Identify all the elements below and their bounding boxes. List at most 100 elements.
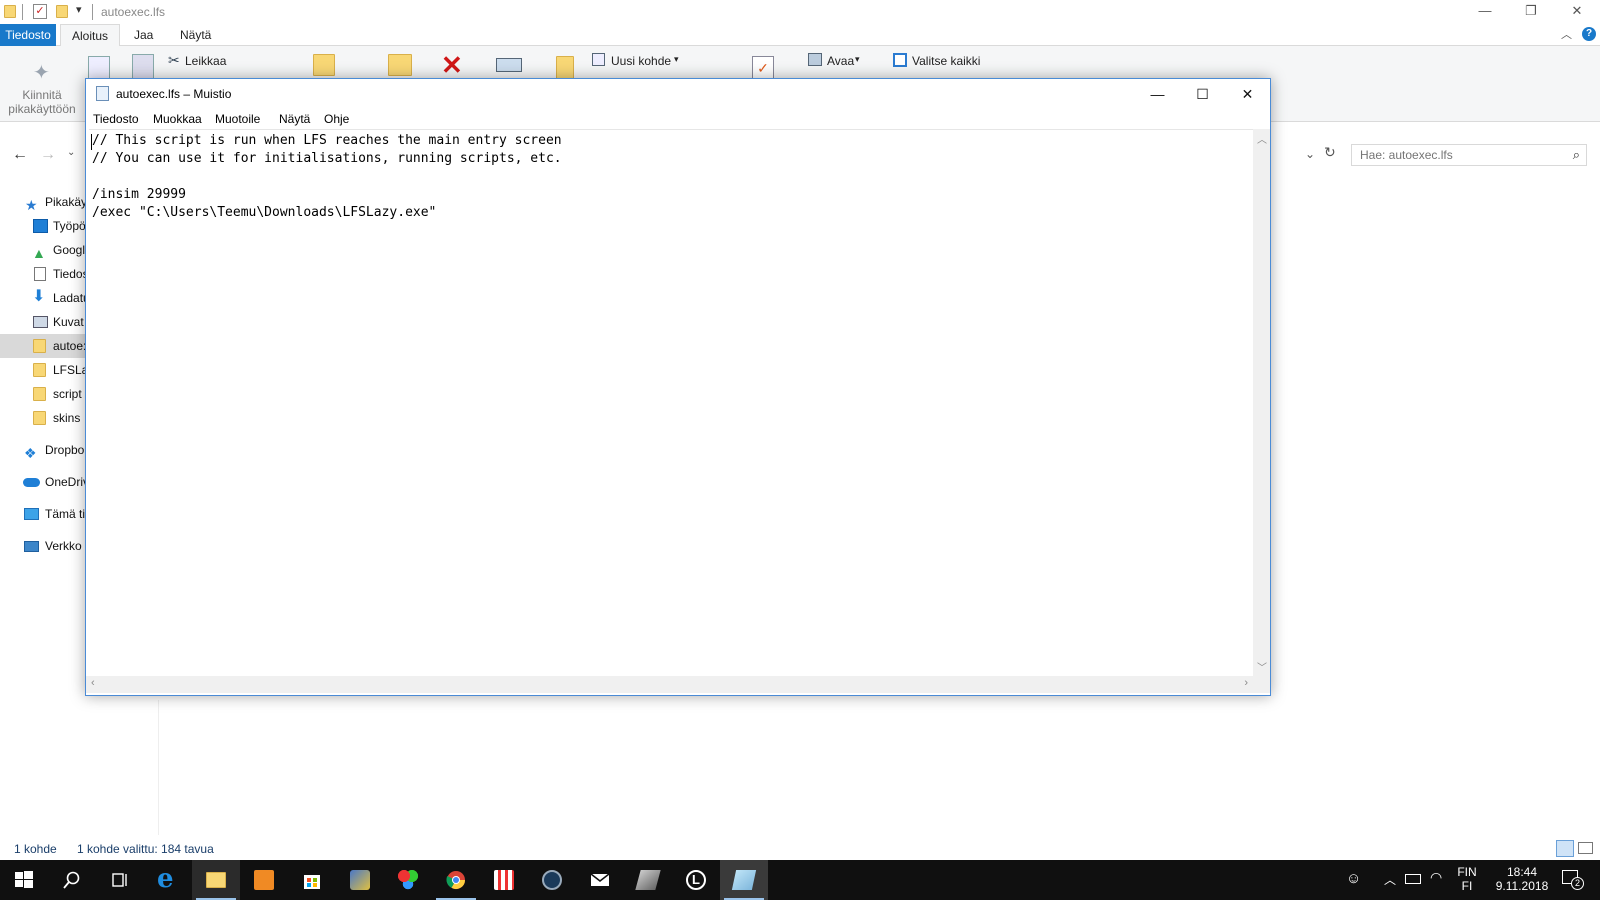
tab-home[interactable]: Aloitus (60, 24, 120, 46)
nav-item-label: Tämä ti (45, 507, 86, 521)
taskbar-app-grid[interactable] (480, 860, 528, 900)
taskbar-steam[interactable] (528, 860, 576, 900)
taskbar-mail[interactable] (576, 860, 624, 900)
new-item-icon[interactable] (592, 53, 605, 66)
search-input[interactable] (1352, 145, 1552, 165)
taskbar-store[interactable] (288, 860, 336, 900)
taskbar-file-explorer[interactable] (192, 860, 240, 900)
menu-view[interactable]: Näytä (279, 112, 310, 126)
copy-icon[interactable] (88, 56, 110, 80)
wifi-icon[interactable]: ◠ (1430, 869, 1442, 886)
action-center-button[interactable]: 2 (1562, 870, 1584, 890)
tab-file[interactable]: Tiedosto (0, 24, 56, 46)
search-icon[interactable]: ⌕ (1573, 147, 1580, 163)
close-button[interactable]: ✕ (1225, 79, 1270, 109)
back-arrow-icon[interactable]: ← (12, 146, 28, 164)
details-view-icon[interactable] (1556, 840, 1574, 857)
select-all-button[interactable]: Valitse kaikki (912, 54, 980, 68)
search-button[interactable] (48, 860, 96, 900)
maximize-button[interactable]: ☐ (1180, 79, 1225, 109)
notepad-icon (731, 870, 757, 890)
menu-edit[interactable]: Muokkaa (153, 112, 202, 126)
menu-file[interactable]: Tiedosto (93, 112, 139, 126)
people-icon[interactable]: ☺ (1346, 870, 1361, 887)
cut-button[interactable]: Leikkaa (185, 54, 226, 68)
taskbar-chrome[interactable] (432, 860, 480, 900)
pin-label-1[interactable]: Kiinnitä (8, 88, 76, 102)
taskbar-app-colors[interactable] (384, 860, 432, 900)
show-hidden-icons[interactable]: ︿ (1384, 871, 1396, 888)
rename-icon[interactable] (496, 58, 522, 72)
store-icon (304, 875, 320, 889)
scissors-icon[interactable]: ✂ (168, 52, 180, 69)
input-language[interactable]: FIN FI (1452, 865, 1482, 893)
chevron-down-icon[interactable]: ▾ (674, 54, 679, 65)
properties-icon[interactable]: ✓ (752, 56, 774, 80)
paint-app-icon (350, 870, 370, 890)
scroll-left-icon[interactable]: ‹ (91, 677, 95, 689)
palette-app-icon (398, 870, 418, 890)
copy-to-icon[interactable] (388, 54, 412, 76)
refresh-icon[interactable]: ↻ (1324, 144, 1336, 161)
tab-view[interactable]: Näytä (172, 24, 219, 46)
taskbar-notepad[interactable] (720, 860, 768, 900)
minimize-button[interactable]: — (1135, 79, 1180, 109)
vertical-scrollbar[interactable]: ︿ ﹀ (1253, 129, 1270, 676)
properties-icon[interactable]: ✓ (33, 4, 47, 19)
nav-item-label: script (53, 387, 82, 401)
scroll-up-icon[interactable]: ︿ (1257, 131, 1267, 146)
help-icon[interactable]: ? (1582, 27, 1596, 41)
move-to-icon[interactable] (313, 54, 335, 76)
separator (92, 4, 93, 20)
collapse-ribbon-icon[interactable]: ︿ (1561, 26, 1572, 42)
pin-icon[interactable]: ✦ (33, 60, 50, 85)
pane-divider (158, 700, 159, 835)
tab-share[interactable]: Jaa (126, 24, 161, 46)
scroll-down-icon[interactable]: ﹀ (1257, 659, 1267, 674)
open-icon[interactable] (808, 53, 822, 66)
customize-quick-access-icon[interactable]: ▾ (76, 3, 82, 19)
address-dropdown-icon[interactable]: ⌄ (1305, 147, 1315, 161)
restore-button[interactable]: ❐ (1508, 0, 1554, 24)
nav-item-label: Kuvat (53, 315, 84, 329)
horizontal-scrollbar[interactable]: ‹ › (86, 676, 1253, 693)
minimize-button[interactable]: — (1462, 0, 1508, 24)
taskbar-app-clock[interactable]: L (672, 860, 720, 900)
task-view-button[interactable] (96, 860, 144, 900)
chevron-down-icon[interactable]: ▾ (855, 54, 860, 65)
battery-icon[interactable] (1405, 874, 1421, 884)
notepad-title-bar[interactable]: autoexec.lfs – Muistio — ☐ ✕ (86, 79, 1270, 109)
recent-locations-icon[interactable]: ⌄ (67, 147, 75, 158)
taskbar-app-paint[interactable] (336, 860, 384, 900)
taskbar-media-player[interactable] (240, 860, 288, 900)
delete-icon[interactable]: ✕ (441, 50, 463, 81)
scroll-right-icon[interactable]: › (1244, 677, 1248, 689)
selection-info: 1 kohde valittu: 184 tavua (77, 842, 214, 856)
new-folder-icon[interactable] (56, 5, 68, 18)
text-editor-area[interactable]: // This script is run when LFS reaches t… (89, 129, 1254, 676)
pin-label-2[interactable]: pikakäyttöön (8, 102, 76, 116)
steam-icon (542, 870, 562, 890)
separator (22, 4, 23, 20)
mail-icon (590, 873, 610, 886)
forward-arrow-icon[interactable]: → (40, 146, 56, 164)
search-box[interactable]: ⌕ (1351, 144, 1587, 166)
nav-item-label: Työpö (53, 219, 86, 233)
taskbar-edge[interactable]: e (144, 860, 192, 900)
close-button[interactable]: ✕ (1554, 0, 1600, 24)
clock[interactable]: 18:44 9.11.2018 (1490, 865, 1554, 893)
resize-grip[interactable] (1253, 676, 1270, 693)
open-button[interactable]: Avaa (827, 54, 854, 68)
notepad-icon (96, 86, 109, 101)
start-button[interactable] (0, 860, 48, 900)
select-all-icon[interactable] (893, 53, 907, 67)
taskbar-app-lfs[interactable] (624, 860, 672, 900)
menu-help[interactable]: Ohje (324, 112, 349, 126)
new-folder-icon[interactable] (556, 56, 574, 80)
explorer-title-bar: ✓ ▾ autoexec.lfs — ❐ ✕ (0, 0, 1600, 24)
paste-icon[interactable] (132, 54, 154, 80)
large-icons-view-icon[interactable] (1578, 842, 1593, 854)
new-item-button[interactable]: Uusi kohde (611, 54, 671, 68)
nav-item-label: Tiedos (53, 267, 89, 281)
menu-format[interactable]: Muotoile (215, 112, 260, 126)
